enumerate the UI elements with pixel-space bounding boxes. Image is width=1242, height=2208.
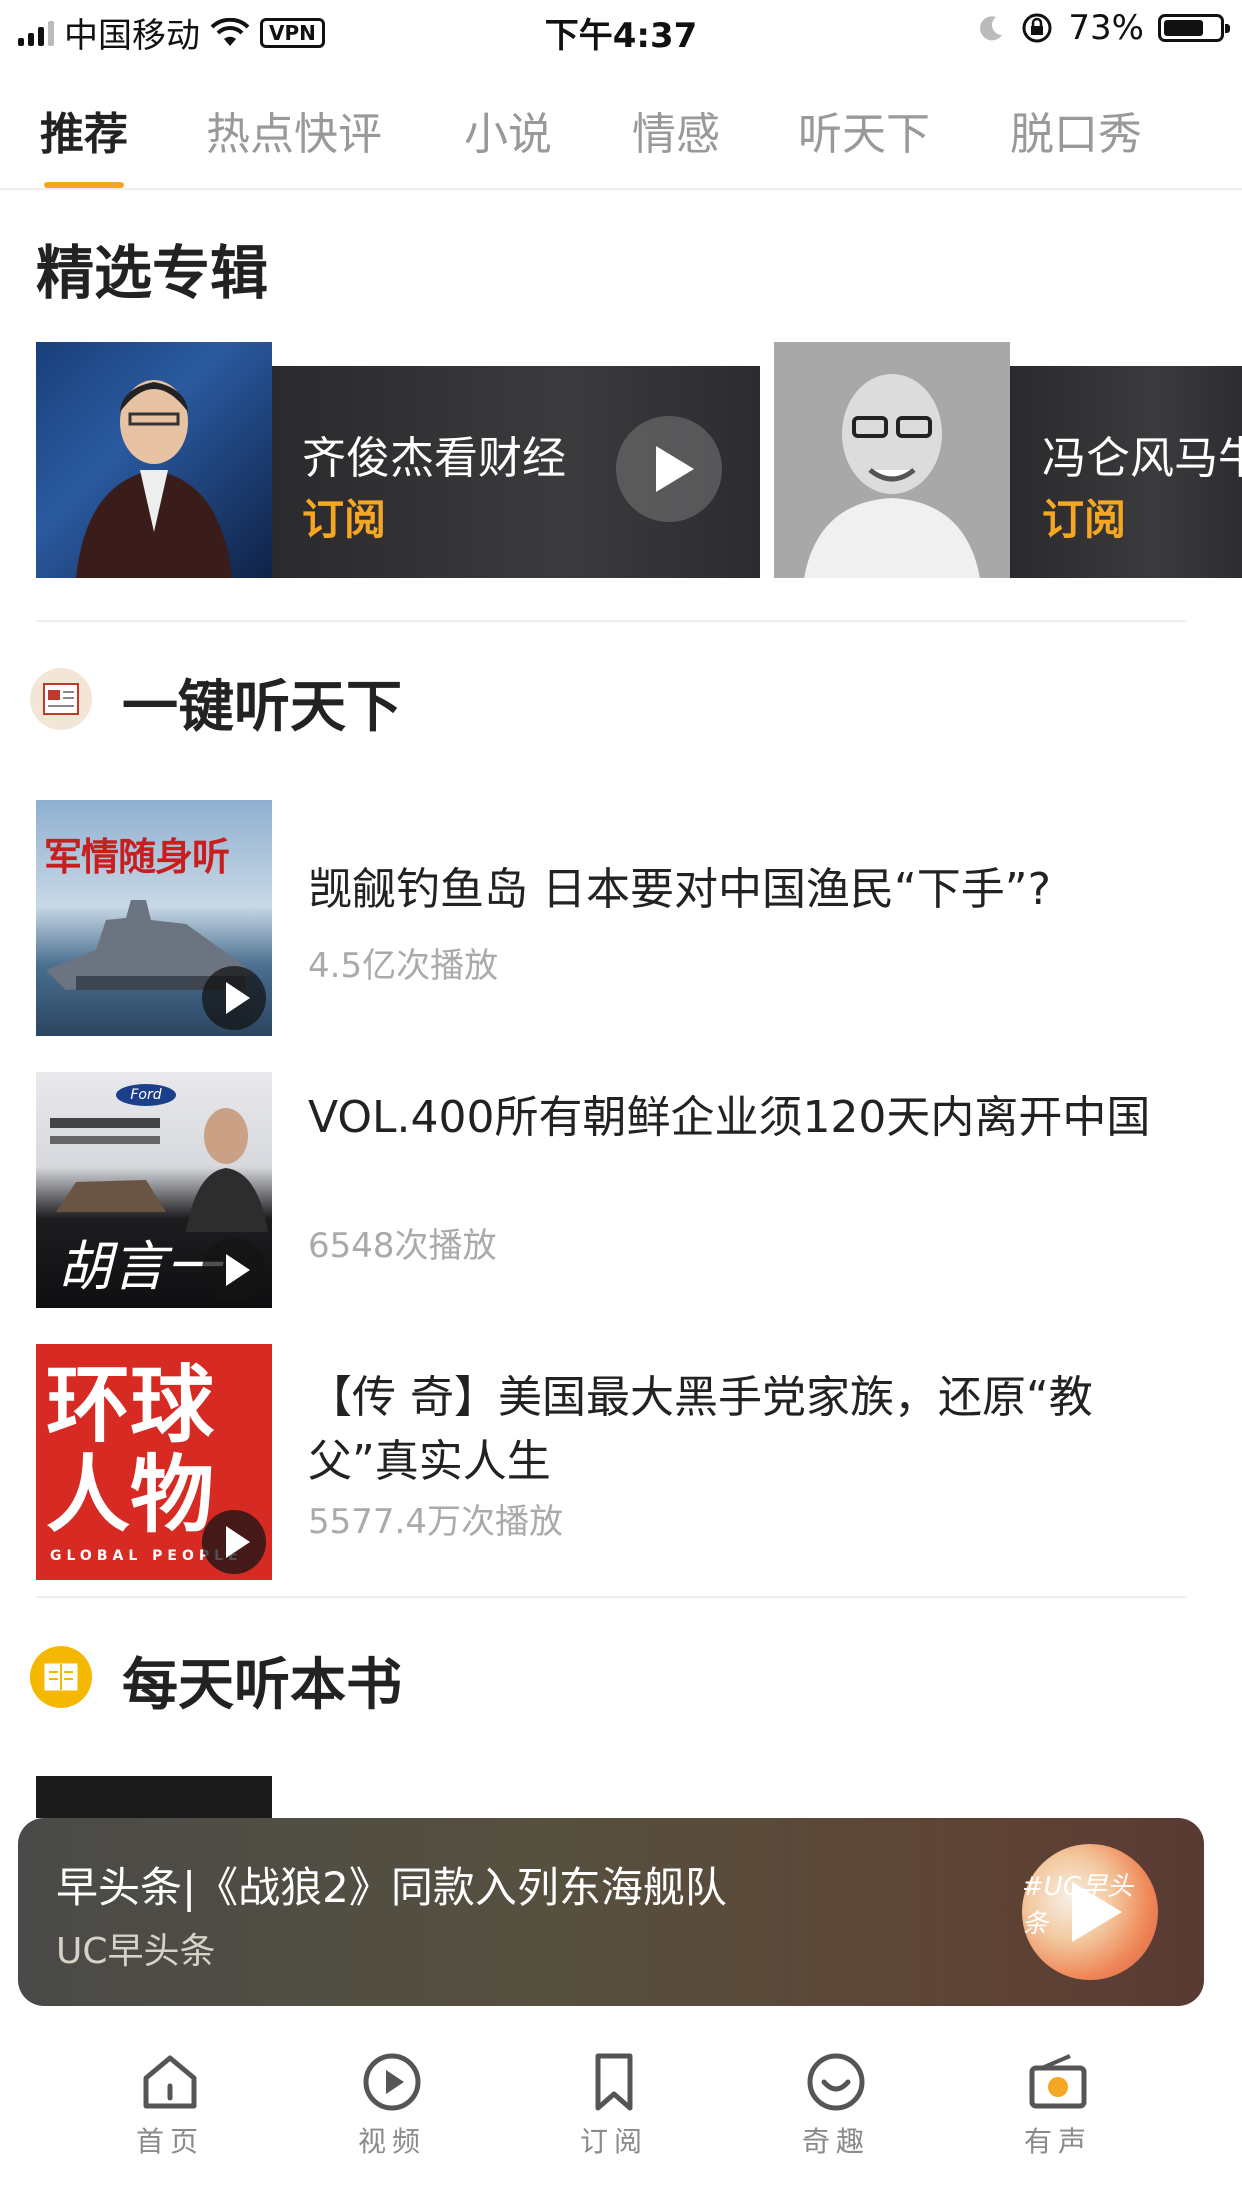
album-panel-feng: 冯仑风马牛 订阅 (1010, 366, 1242, 578)
section-divider (36, 620, 1186, 622)
thumb-play-icon (202, 966, 266, 1030)
album-play-button[interactable] (616, 416, 722, 522)
tab-listen-world[interactable]: 听天下 (798, 98, 930, 162)
nav-label: 有声 (1023, 2125, 1092, 2158)
radio-icon (1029, 2054, 1087, 2109)
nav-label: 视频 (357, 2125, 426, 2158)
item-title: VOL.400所有朝鲜企业须120天内离开中国 (308, 1092, 1151, 1143)
smile-icon (807, 2053, 865, 2111)
tab-emotion[interactable]: 情感 (632, 98, 720, 162)
player-title: 早头条|《战狼2》同款入列东海舰队 (56, 1863, 727, 1912)
album-cover-feng (774, 342, 1010, 578)
list-item-partial[interactable] (36, 1776, 1206, 1818)
section-divider (36, 1596, 1186, 1598)
thumb-play-icon (202, 1238, 266, 1302)
album-name: 冯仑风马牛 (1042, 433, 1242, 484)
cover-text: #UC早头条 (1022, 1872, 1133, 1939)
item-play-count: 6548次播放 (308, 1226, 497, 1266)
item-play-count: 4.5亿次播放 (308, 946, 499, 986)
album-subscribe-button[interactable]: 订阅 (1042, 486, 1126, 547)
book-icon (30, 1646, 92, 1708)
player-play-button[interactable]: #UC早头条 (1022, 1844, 1158, 1980)
mini-player[interactable]: 早头条|《战狼2》同款入列东海舰队 UC早头条 #UC早头条 (18, 1818, 1204, 2006)
battery-percent: 73% (1068, 8, 1144, 48)
video-play-icon (363, 2053, 421, 2111)
item-thumbnail: Ford 胡言一一 (36, 1072, 272, 1308)
list-item[interactable]: Ford 胡言一一 VOL.400所有朝鲜企业须120天内离开中国 6548次播… (36, 1072, 1206, 1308)
item-thumbnail: 环球人物 GLOBAL PEOPLE (36, 1344, 272, 1580)
list-item[interactable]: 环球人物 GLOBAL PEOPLE 【传 奇】美国最大黑手党家族，还原“教父”… (36, 1344, 1206, 1580)
home-icon (143, 2055, 197, 2109)
item-title: 【传 奇】美国最大黑手党家族，还原“教父”真实人生 (308, 1372, 1093, 1487)
nav-audio[interactable]: 有声 (988, 2050, 1128, 2160)
rotation-lock-icon (1022, 13, 1052, 43)
bottom-nav: 首页 视频 订阅 奇趣 有声 (0, 2030, 1242, 2208)
tab-novels[interactable]: 小说 (464, 98, 552, 162)
bookmark-icon (595, 2053, 633, 2111)
battery-icon (1158, 14, 1230, 42)
thumb-play-icon (202, 1510, 266, 1574)
tabs-divider (0, 188, 1242, 190)
item-play-count: 5577.4万次播放 (308, 1502, 563, 1542)
tab-hot-comments[interactable]: 热点快评 (206, 98, 382, 162)
news-icon (30, 668, 92, 730)
album-subscribe-button[interactable]: 订阅 (302, 486, 386, 547)
album-panel-qi: 齐俊杰看财经 订阅 (272, 366, 760, 578)
item-thumbnail: 军情随身听 (36, 800, 272, 1036)
nav-fun[interactable]: 奇趣 (766, 2050, 906, 2160)
nav-label: 奇趣 (801, 2125, 870, 2158)
nav-home[interactable]: 首页 (100, 2050, 240, 2160)
album-card-qi[interactable]: 齐俊杰看财经 订阅 (36, 342, 760, 578)
nav-label: 订阅 (579, 2125, 648, 2158)
featured-section-title: 精选专辑 (36, 239, 269, 307)
nav-video[interactable]: 视频 (322, 2050, 462, 2160)
nav-label: 首页 (135, 2125, 204, 2158)
tab-talk-show[interactable]: 脱口秀 (1010, 98, 1142, 162)
item-title: 觊觎钓鱼岛 日本要对中国渔民“下手”? (308, 864, 1051, 915)
album-card-feng[interactable]: 冯仑风马牛 订阅 (774, 342, 1242, 578)
tab-recommend[interactable]: 推荐 (40, 98, 128, 162)
category-tabs: 推荐 热点快评 小说 情感 听天下 脱口秀 (0, 90, 1242, 190)
album-cover-qi (36, 342, 272, 578)
nav-subscribe[interactable]: 订阅 (544, 2050, 684, 2160)
listen-world-section-title: 一键听天下 (122, 675, 402, 740)
moon-icon (980, 16, 1003, 41)
list-item[interactable]: 军情随身听 觊觎钓鱼岛 日本要对中国渔民“下手”? 4.5亿次播放 (36, 800, 1206, 1036)
status-bar: 中国移动 VPN 下午4:37 73% (0, 0, 1242, 62)
album-name: 齐俊杰看财经 (302, 433, 566, 484)
daily-book-section-title: 每天听本书 (122, 1653, 402, 1718)
player-source: UC早头条 (56, 1931, 216, 1972)
